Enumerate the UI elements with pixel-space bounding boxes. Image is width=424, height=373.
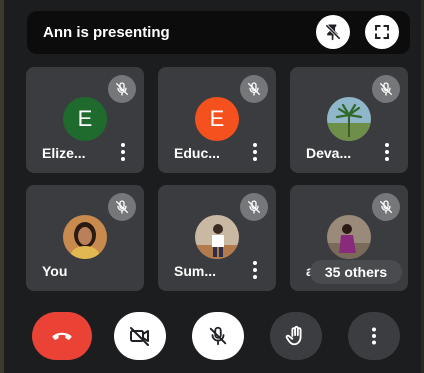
more-vert-icon[interactable]: [252, 261, 258, 279]
participant-tile[interactable]: Sum...: [158, 185, 276, 291]
pin-off-icon: [325, 24, 341, 41]
more-vert-icon[interactable]: [384, 143, 390, 161]
mic-off-icon: [108, 75, 136, 103]
camera-toggle-button[interactable]: [114, 312, 166, 360]
participant-name: Elize...: [42, 145, 86, 161]
participant-name: Sum...: [174, 263, 217, 279]
end-call-button[interactable]: [32, 312, 92, 360]
mic-off-icon: [240, 193, 268, 221]
mic-off-icon: [108, 193, 136, 221]
camera-off-icon: [130, 327, 149, 346]
more-options-button[interactable]: [348, 312, 400, 360]
mic-off-icon: [209, 326, 227, 346]
participant-tile-self[interactable]: You: [26, 185, 144, 291]
mic-toggle-button[interactable]: [192, 312, 244, 360]
presenting-banner: Ann is presenting: [27, 11, 410, 54]
avatar-photo: [327, 97, 371, 141]
avatar: E: [63, 97, 107, 141]
participant-tile[interactable]: Deva...: [290, 67, 408, 173]
avatar-letter: E: [209, 106, 225, 131]
hand-icon: [285, 325, 302, 346]
mic-off-icon: [372, 193, 400, 221]
avatar-photo: [327, 215, 371, 259]
fullscreen-icon: [375, 25, 389, 39]
more-vert-icon[interactable]: [252, 143, 258, 161]
window-edge-left: [0, 0, 4, 373]
avatar-letter: E: [77, 106, 93, 131]
participant-name: Educ...: [174, 145, 220, 161]
fullscreen-button[interactable]: [365, 15, 399, 49]
participant-name: Deva...: [306, 145, 352, 161]
unpin-presentation-button[interactable]: [316, 15, 350, 49]
avatar: E: [195, 97, 239, 141]
avatar-photo: [63, 215, 107, 259]
raise-hand-button[interactable]: [270, 312, 322, 360]
more-vert-icon[interactable]: [120, 143, 126, 161]
avatar-photo: [195, 215, 239, 259]
presenting-text: Ann is presenting: [43, 24, 170, 41]
others-count-chip[interactable]: 35 others: [310, 260, 402, 284]
participant-name: You: [42, 263, 68, 279]
mic-off-icon: [240, 75, 268, 103]
participant-tile[interactable]: E Elize...: [26, 67, 144, 173]
participant-tile[interactable]: E Educ...: [158, 67, 276, 173]
more-vert-icon: [372, 327, 376, 345]
mic-off-icon: [372, 75, 400, 103]
phone-hangup-icon: [52, 332, 72, 340]
